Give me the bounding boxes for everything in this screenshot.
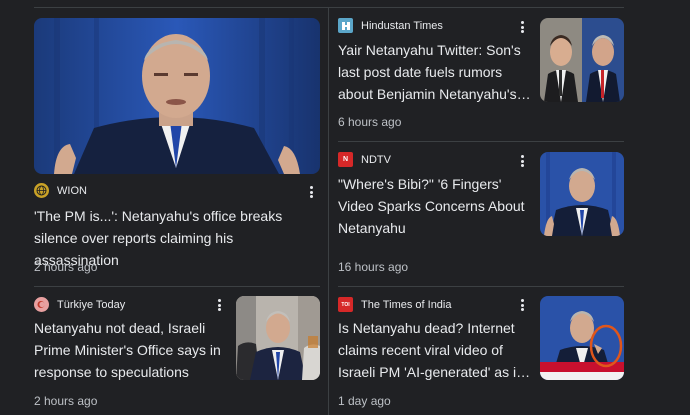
article-title[interactable]: Is Netanyahu dead? Internet claims recen… — [338, 317, 533, 383]
row-divider-right-1 — [338, 141, 624, 142]
article-source[interactable]: WION — [34, 183, 87, 198]
article-title[interactable]: Yair Netanyahu Twitter: Son's last post … — [338, 39, 533, 105]
article-title[interactable]: Netanyahu not dead, Israeli Prime Minist… — [34, 317, 229, 383]
article-thumbnail[interactable] — [236, 296, 320, 380]
source-name: WION — [57, 184, 87, 197]
article-source[interactable]: TOI The Times of India — [338, 297, 452, 312]
source-name: NDTV — [361, 153, 391, 166]
hindustan-times-icon — [338, 18, 353, 33]
row-divider-left — [34, 286, 320, 287]
turkiye-today-icon — [34, 297, 49, 312]
article-thumbnail[interactable] — [540, 152, 624, 236]
source-name: Hindustan Times — [361, 19, 443, 32]
source-name: The Times of India — [361, 298, 452, 311]
article-title[interactable]: "Where's Bibi?" '6 Fingers' Video Sparks… — [338, 173, 533, 239]
article-time: 16 hours ago — [338, 260, 409, 274]
wion-globe-icon — [34, 183, 49, 198]
more-options-icon[interactable] — [517, 154, 527, 168]
column-divider — [328, 8, 329, 415]
article-source[interactable]: N NDTV — [338, 152, 391, 167]
article-time: 2 hours ago — [34, 394, 98, 408]
top-divider — [34, 7, 624, 8]
times-of-india-icon: TOI — [338, 297, 353, 312]
article-thumbnail[interactable] — [34, 18, 320, 174]
article-thumbnail[interactable] — [540, 18, 624, 102]
more-options-icon[interactable] — [517, 20, 527, 34]
more-options-icon[interactable] — [517, 298, 527, 312]
article-time: 1 day ago — [338, 394, 391, 408]
article-source[interactable]: Türkiye Today — [34, 297, 125, 312]
article-time: 6 hours ago — [338, 115, 402, 129]
article-thumbnail[interactable] — [540, 296, 624, 380]
article-source[interactable]: Hindustan Times — [338, 18, 443, 33]
source-name: Türkiye Today — [57, 298, 126, 311]
article-time: 2 hours ago — [34, 260, 98, 274]
more-options-icon[interactable] — [306, 185, 316, 199]
ndtv-icon: N — [338, 152, 353, 167]
more-options-icon[interactable] — [214, 298, 224, 312]
row-divider-right-2 — [338, 286, 624, 287]
